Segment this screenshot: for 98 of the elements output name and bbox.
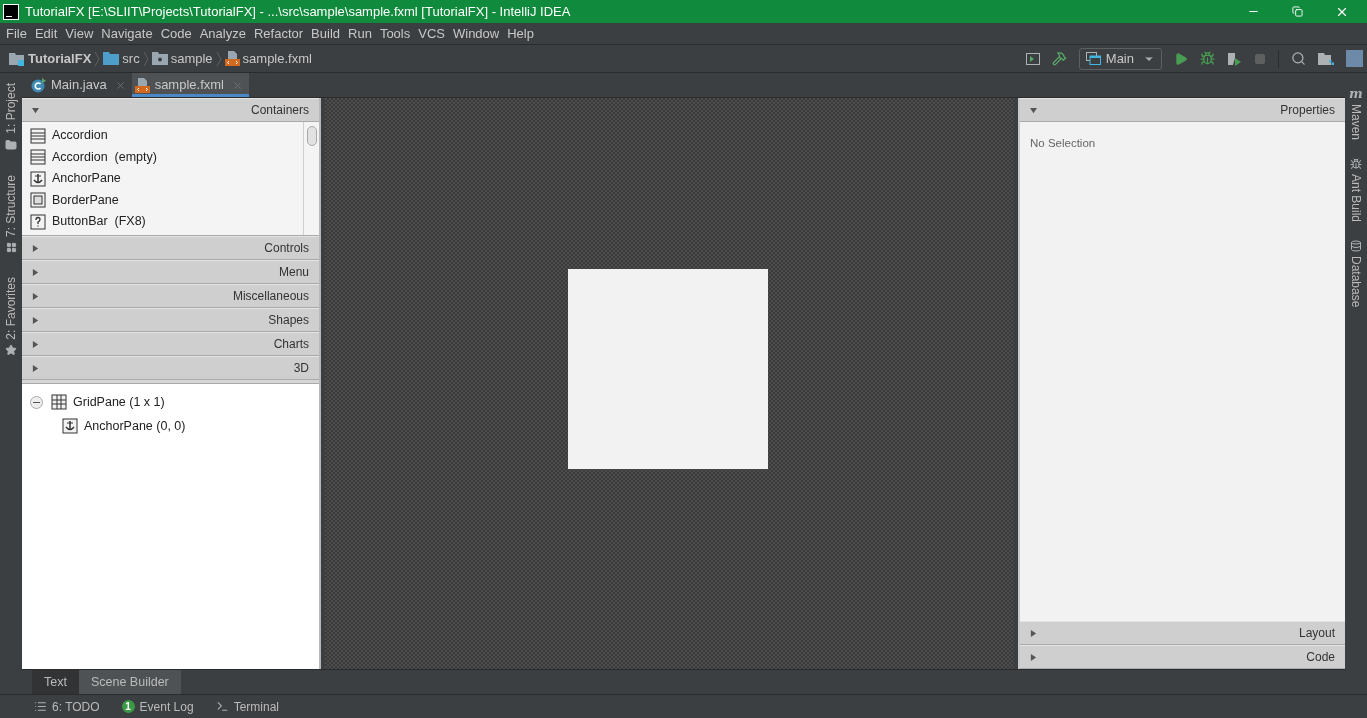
menu-item[interactable]: Tools (375, 23, 415, 44)
terminal-icon (215, 700, 229, 713)
tool-window-button[interactable]: Ant Build (1347, 158, 1365, 223)
list-icon (34, 700, 47, 713)
tool-window-button[interactable]: m Maven (1347, 87, 1365, 141)
library-item[interactable]: ButtonBar (FX8) (22, 211, 303, 233)
structure-icon (5, 241, 17, 253)
tool-window-button[interactable]: 7: Structure (2, 174, 20, 253)
breadcrumb-item[interactable]: sample.fxml (224, 48, 312, 69)
breadcrumb-item[interactable]: sample (151, 48, 213, 69)
section-header[interactable]: Containers (22, 98, 319, 122)
project-folder-icon (9, 51, 25, 66)
breadcrumb-separator-icon (215, 50, 222, 67)
tool-window-button[interactable]: 2: Favorites (2, 276, 20, 357)
window-title: TutorialFX [E:\SLIIT\Projects\TutorialFX] - ...\src\sample\sample.fxml [TutorialFX] - IntelliJ IDEA (25, 2, 571, 21)
run-config-dropdown[interactable]: Main (1078, 47, 1162, 70)
tree-node[interactable]: AnchorPane (0, 0) (62, 416, 186, 436)
expand-arrow-icon[interactable] (32, 364, 39, 372)
menu-item[interactable]: Help (503, 23, 538, 44)
anchor-icon (62, 418, 78, 434)
section-header[interactable]: Charts (22, 332, 319, 356)
maven-icon: m (1349, 87, 1363, 100)
run-window-icon[interactable] (1025, 52, 1040, 65)
menu-item[interactable]: Edit (30, 23, 62, 44)
question-mark-icon (30, 213, 46, 230)
section-header[interactable]: Properties (1020, 98, 1345, 122)
section-header[interactable]: Controls (22, 236, 319, 260)
app-logo-icon (3, 3, 19, 20)
tool-window-button[interactable]: Database (1347, 240, 1365, 308)
border-pane-icon (30, 192, 46, 209)
collapse-arrow-icon[interactable] (32, 106, 39, 114)
library-item[interactable]: BorderPane (22, 189, 303, 211)
library-item[interactable]: Accordion (22, 125, 303, 147)
breadcrumb-item[interactable]: src (103, 48, 140, 69)
design-canvas[interactable] (325, 98, 1014, 669)
notification-badge: 1 (121, 700, 135, 713)
expand-arrow-icon[interactable] (32, 268, 39, 276)
breadcrumb-separator-icon (142, 50, 149, 67)
expand-arrow-icon[interactable] (32, 316, 39, 324)
tool-window-button[interactable]: 1: Project (2, 83, 20, 151)
editor-tab[interactable]: sample.fxml (131, 73, 249, 97)
tree-node[interactable]: GridPane (1 x 1) (51, 392, 165, 412)
collapse-arrow-icon[interactable] (1030, 106, 1037, 114)
window-icon (1085, 52, 1101, 65)
editor-mode-tab[interactable]: Scene Builder (78, 670, 181, 694)
section-header[interactable]: Miscellaneous (22, 284, 319, 308)
folder-icon (103, 52, 120, 65)
tool-window-button[interactable]: Terminal (215, 697, 279, 716)
bug-icon (1350, 158, 1362, 171)
section-header[interactable]: Menu (22, 260, 319, 284)
editor-tab[interactable]: Main.java (28, 73, 132, 97)
menu-item[interactable]: Refactor (249, 23, 308, 44)
breadcrumb-item[interactable]: TutorialFX (9, 48, 92, 69)
hammer-icon[interactable] (1051, 51, 1067, 66)
collapse-toggle-icon[interactable] (30, 395, 43, 409)
coverage-run-icon[interactable] (1227, 51, 1242, 66)
section-header[interactable]: 3D (22, 356, 319, 380)
expand-arrow-icon[interactable] (1030, 629, 1037, 637)
expand-arrow-icon[interactable] (1030, 653, 1037, 661)
menu-item[interactable]: Analyze (195, 23, 250, 44)
menu-item[interactable]: Navigate (97, 23, 157, 44)
run-icon[interactable] (1174, 51, 1188, 66)
menu-item[interactable]: Run (344, 23, 376, 44)
menu-item[interactable]: VCS (414, 23, 449, 44)
star-icon (5, 344, 17, 357)
debug-icon[interactable] (1200, 51, 1215, 66)
package-folder-icon (151, 52, 168, 65)
stacked-rows-icon (30, 127, 46, 144)
tool-window-button[interactable]: 1 Event Log (121, 697, 194, 716)
menu-item[interactable]: Code (156, 23, 196, 44)
section-header[interactable]: Code (1020, 645, 1345, 669)
library-item[interactable]: Accordion (empty) (22, 146, 303, 168)
anchor-icon (30, 170, 46, 187)
stacked-rows-icon (30, 149, 46, 166)
database-icon (1350, 240, 1362, 253)
fxml-file-icon (134, 77, 150, 93)
restore-icon[interactable] (1292, 6, 1303, 17)
grid-icon (51, 394, 67, 410)
section-header[interactable]: Layout (1020, 621, 1345, 645)
scrollbar[interactable] (303, 122, 319, 235)
section-header[interactable]: Shapes (22, 308, 319, 332)
menu-item[interactable]: Window (448, 23, 504, 44)
menu-item[interactable]: Build (307, 23, 344, 44)
expand-arrow-icon[interactable] (32, 340, 39, 348)
menu-item[interactable]: File (2, 23, 31, 44)
java-class-icon (31, 77, 46, 93)
folder-icon (5, 138, 17, 151)
menu-item[interactable]: View (61, 23, 98, 44)
editor-mode-tab[interactable]: Text (32, 670, 79, 694)
tool-window-button[interactable]: 6: TODO (34, 697, 100, 716)
project-structure-icon[interactable] (1318, 51, 1334, 66)
search-icon[interactable] (1291, 51, 1306, 66)
breadcrumb-separator-icon (94, 50, 101, 67)
library-item[interactable]: AnchorPane (22, 168, 303, 190)
fxml-file-icon (224, 51, 240, 66)
expand-arrow-icon[interactable] (32, 292, 39, 300)
empty-message: No Selection (1030, 137, 1096, 149)
expand-arrow-icon[interactable] (32, 244, 39, 252)
